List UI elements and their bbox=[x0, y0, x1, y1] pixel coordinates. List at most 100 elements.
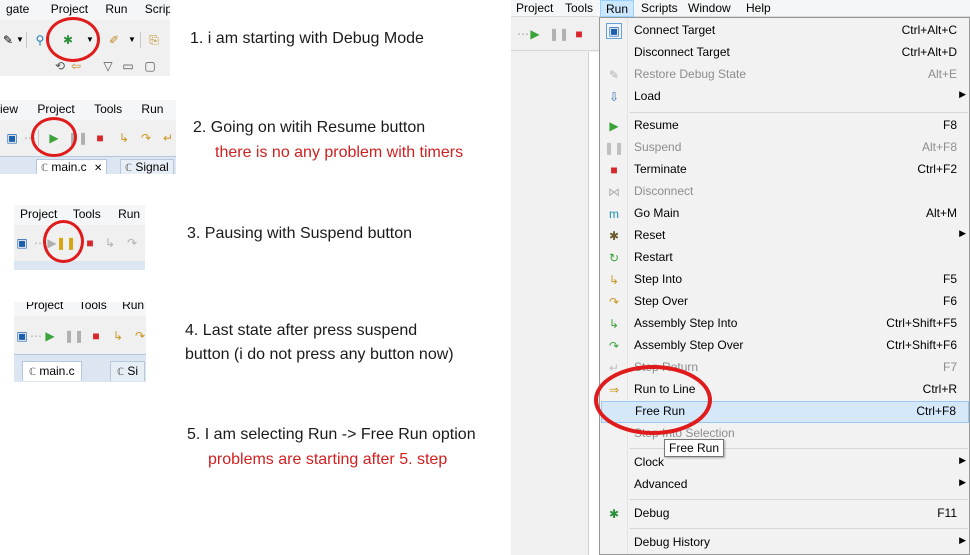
step-into-icon[interactable]: ↳ bbox=[116, 130, 132, 146]
menubar-crop-4: Project Tools Run bbox=[14, 302, 146, 316]
menu-item-restart[interactable]: ↻ Restart bbox=[601, 247, 969, 269]
step-into-icon[interactable]: ↳ bbox=[110, 328, 126, 344]
menu-item-debug[interactable]: ✱ Debug F11 bbox=[601, 503, 969, 525]
file-c-icon: ℂ bbox=[29, 367, 36, 378]
menu-item-load[interactable]: ⇩ Load ▶ bbox=[601, 86, 969, 108]
menu-run[interactable]: Run bbox=[112, 205, 145, 221]
step-2-note: there is no any problem with timers bbox=[215, 144, 464, 161]
step-3-text: 3. Pausing with Suspend button bbox=[187, 225, 413, 242]
suspend-icon[interactable]: ❚❚ bbox=[549, 26, 569, 42]
external-tool-icon[interactable]: ✐ bbox=[106, 32, 122, 48]
save-all-icon[interactable]: ⎘ bbox=[146, 32, 162, 48]
menu-run[interactable]: Run bbox=[600, 0, 635, 17]
editor-tabs-crop-4: ℂ main.c ℂ Si bbox=[14, 354, 146, 382]
menu-item-suspend[interactable]: ❚❚ Suspend Alt+F8 bbox=[601, 137, 969, 159]
menubar-crop-1: gate Project Run Scripts bbox=[0, 0, 170, 20]
load-icon: ⇩ bbox=[608, 90, 620, 104]
menu-project[interactable]: Project bbox=[31, 100, 80, 116]
submenu-arrow-icon: ▶ bbox=[959, 535, 966, 545]
tab-signal[interactable]: ℂ Si bbox=[110, 361, 145, 381]
menu-project[interactable]: Project bbox=[511, 0, 558, 17]
step-into-icon[interactable]: ↳ bbox=[102, 235, 118, 251]
resume-icon[interactable]: ▶ bbox=[42, 328, 58, 344]
connect-icon[interactable]: ▣ bbox=[14, 235, 30, 251]
tab-main-c[interactable]: ℂ main.c ✕ bbox=[36, 159, 108, 174]
restore-icon: ✎ bbox=[608, 68, 620, 82]
step-over-icon[interactable]: ↷ bbox=[124, 235, 140, 251]
menu-view[interactable]: iew bbox=[0, 100, 24, 116]
go-main-icon: m bbox=[609, 207, 619, 221]
menu-help[interactable]: Help bbox=[741, 0, 776, 17]
restart-icon: ↻ bbox=[608, 251, 620, 265]
menu-item-advanced[interactable]: Advanced ▶ bbox=[601, 474, 969, 496]
menu-item-assembly-step-over[interactable]: ↷ Assembly Step Over Ctrl+Shift+F6 bbox=[601, 335, 969, 357]
menu-scripts[interactable]: Sc bbox=[175, 100, 176, 116]
tab-main-c[interactable]: ℂ main.c bbox=[22, 361, 82, 381]
ide-background bbox=[511, 17, 599, 555]
menu-item-reset[interactable]: ✱ Reset ▶ bbox=[601, 225, 969, 247]
terminate-icon[interactable]: ■ bbox=[92, 130, 108, 146]
close-icon[interactable]: ✕ bbox=[94, 163, 102, 174]
menubar-crop-2: iew Project Tools Run Sc bbox=[0, 100, 176, 120]
menu-item-step-over[interactable]: ↷ Step Over F6 bbox=[601, 291, 969, 313]
main-menubar: Project Tools Run Scripts Window Help bbox=[511, 0, 970, 17]
menu-item-disconnect-target[interactable]: Disconnect Target Ctrl+Alt+D bbox=[601, 42, 969, 64]
menu-run[interactable]: Run bbox=[116, 302, 146, 312]
asm-step-over-icon: ↷ bbox=[608, 339, 620, 353]
minimize-icon[interactable]: ▭ bbox=[120, 58, 136, 74]
maximize-icon[interactable]: ▢ bbox=[142, 58, 158, 74]
menu-run[interactable]: Run bbox=[135, 100, 169, 116]
menu-project[interactable]: Project bbox=[45, 0, 94, 16]
dropdown-arrow-icon[interactable]: ▼ bbox=[124, 32, 140, 48]
menu-tools[interactable]: Tools bbox=[73, 302, 113, 312]
tab-main-c-label: main.c bbox=[51, 160, 87, 174]
menu-item-terminate[interactable]: ■ Terminate Ctrl+F2 bbox=[601, 159, 969, 181]
menu-item-clock[interactable]: Clock ▶ bbox=[601, 452, 969, 474]
highlight-ellipse-suspend bbox=[43, 220, 84, 263]
step-1-text: 1. i am starting with Debug Mode bbox=[190, 30, 424, 47]
resume-icon[interactable]: ▶ bbox=[527, 26, 543, 42]
menu-tools[interactable]: Tools bbox=[67, 205, 107, 221]
menu-item-connect-target[interactable]: ▣ Connect Target Ctrl+Alt+C bbox=[601, 20, 969, 42]
menu-scripts[interactable]: Scripts bbox=[636, 0, 683, 17]
submenu-arrow-icon: ▶ bbox=[959, 455, 966, 465]
step-over-icon[interactable]: ↷ bbox=[138, 130, 154, 146]
reset-icon: ✱ bbox=[608, 229, 620, 243]
menu-project[interactable]: Project bbox=[14, 302, 69, 312]
terminate-icon[interactable]: ■ bbox=[571, 26, 587, 42]
menu-item-go-main[interactable]: m Go Main Alt+M bbox=[601, 203, 969, 225]
menu-item-assembly-step-into[interactable]: ↳ Assembly Step Into Ctrl+Shift+F5 bbox=[601, 313, 969, 335]
menu-item-disconnect[interactable]: ⋈ Disconnect bbox=[601, 181, 969, 203]
resume-icon: ▶ bbox=[609, 119, 619, 133]
menu-navigate[interactable]: gate bbox=[0, 0, 35, 16]
suspend-icon[interactable]: ❚❚ bbox=[64, 328, 84, 344]
menu-item-debug-history[interactable]: Debug History ▶ bbox=[601, 532, 969, 554]
connect-icon[interactable]: ▣ bbox=[4, 130, 20, 146]
view-menu-icon[interactable]: ▽ bbox=[100, 58, 116, 74]
menu-run[interactable]: Run bbox=[99, 0, 133, 16]
menu-item-step-into[interactable]: ↳ Step Into F5 bbox=[601, 269, 969, 291]
menu-item-restore-debug-state[interactable]: ✎ Restore Debug State Alt+E bbox=[601, 64, 969, 86]
menu-tools[interactable]: Tools bbox=[88, 100, 128, 116]
submenu-arrow-icon: ▶ bbox=[959, 89, 966, 99]
terminate-icon[interactable]: ■ bbox=[82, 235, 98, 251]
tab-signal[interactable]: ℂ Signal bbox=[120, 159, 174, 174]
step-into-icon: ↳ bbox=[608, 273, 620, 287]
terminate-icon[interactable]: ■ bbox=[88, 328, 104, 344]
step-over-icon: ↷ bbox=[608, 295, 620, 309]
menu-project[interactable]: Project bbox=[14, 205, 63, 221]
file-c-icon: ℂ bbox=[41, 163, 48, 174]
ide-toolbar: ⋯ ▶ ❚❚ ■ bbox=[511, 17, 599, 51]
asm-step-into-icon: ↳ bbox=[608, 317, 620, 331]
step-return-icon[interactable]: ↵ bbox=[160, 130, 176, 146]
menu-scripts[interactable]: Scripts bbox=[139, 0, 170, 16]
disconnect-icon: ⋈ bbox=[608, 185, 620, 199]
menu-window[interactable]: Window bbox=[683, 0, 736, 17]
menu-item-resume[interactable]: ▶ Resume F8 bbox=[601, 115, 969, 137]
tab-signal-label: Signal bbox=[135, 160, 169, 174]
highlight-ellipse-free-run bbox=[594, 365, 712, 435]
step-over-icon[interactable]: ↷ bbox=[132, 328, 146, 344]
menu-tools[interactable]: Tools bbox=[560, 0, 598, 17]
terminate-icon: ■ bbox=[610, 163, 618, 177]
debug-icon: ✱ bbox=[608, 507, 620, 521]
